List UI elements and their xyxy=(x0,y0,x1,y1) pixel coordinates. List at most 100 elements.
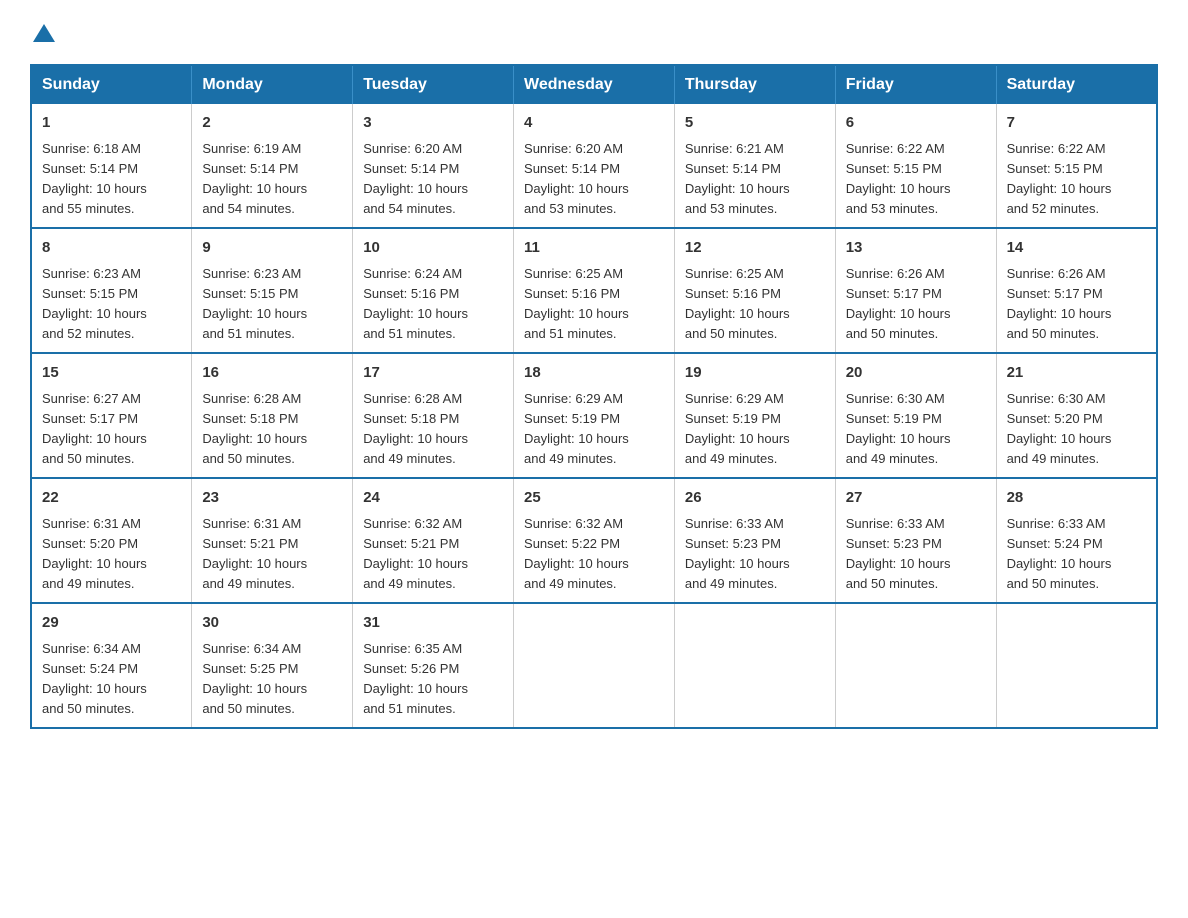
day-info: Sunrise: 6:26 AMSunset: 5:17 PMDaylight:… xyxy=(846,266,951,341)
calendar-cell: 30 Sunrise: 6:34 AMSunset: 5:25 PMDaylig… xyxy=(192,603,353,728)
day-number: 31 xyxy=(363,612,503,635)
day-number: 23 xyxy=(202,487,342,510)
page-header xyxy=(30,20,1158,44)
day-number: 1 xyxy=(42,112,181,135)
calendar-cell: 17 Sunrise: 6:28 AMSunset: 5:18 PMDaylig… xyxy=(353,353,514,478)
day-number: 17 xyxy=(363,362,503,385)
day-info: Sunrise: 6:33 AMSunset: 5:23 PMDaylight:… xyxy=(685,516,790,591)
calendar-cell xyxy=(835,603,996,728)
calendar-week-row: 8 Sunrise: 6:23 AMSunset: 5:15 PMDayligh… xyxy=(31,228,1157,353)
column-header-saturday: Saturday xyxy=(996,65,1157,104)
day-info: Sunrise: 6:20 AMSunset: 5:14 PMDaylight:… xyxy=(524,141,629,216)
logo xyxy=(30,20,55,44)
calendar-cell: 8 Sunrise: 6:23 AMSunset: 5:15 PMDayligh… xyxy=(31,228,192,353)
day-number: 9 xyxy=(202,237,342,260)
day-number: 6 xyxy=(846,112,986,135)
day-number: 24 xyxy=(363,487,503,510)
logo-wrapper xyxy=(30,20,55,44)
day-number: 15 xyxy=(42,362,181,385)
day-info: Sunrise: 6:31 AMSunset: 5:21 PMDaylight:… xyxy=(202,516,307,591)
calendar-cell: 1 Sunrise: 6:18 AMSunset: 5:14 PMDayligh… xyxy=(31,104,192,228)
day-info: Sunrise: 6:28 AMSunset: 5:18 PMDaylight:… xyxy=(363,391,468,466)
calendar-cell: 13 Sunrise: 6:26 AMSunset: 5:17 PMDaylig… xyxy=(835,228,996,353)
day-number: 19 xyxy=(685,362,825,385)
day-number: 12 xyxy=(685,237,825,260)
column-header-thursday: Thursday xyxy=(674,65,835,104)
day-number: 22 xyxy=(42,487,181,510)
calendar-cell: 22 Sunrise: 6:31 AMSunset: 5:20 PMDaylig… xyxy=(31,478,192,603)
day-number: 25 xyxy=(524,487,664,510)
day-number: 20 xyxy=(846,362,986,385)
calendar-cell: 29 Sunrise: 6:34 AMSunset: 5:24 PMDaylig… xyxy=(31,603,192,728)
calendar-cell xyxy=(514,603,675,728)
day-number: 7 xyxy=(1007,112,1146,135)
calendar-cell: 28 Sunrise: 6:33 AMSunset: 5:24 PMDaylig… xyxy=(996,478,1157,603)
logo-triangle-icon xyxy=(33,22,55,44)
column-header-monday: Monday xyxy=(192,65,353,104)
day-info: Sunrise: 6:33 AMSunset: 5:23 PMDaylight:… xyxy=(846,516,951,591)
day-info: Sunrise: 6:24 AMSunset: 5:16 PMDaylight:… xyxy=(363,266,468,341)
day-number: 29 xyxy=(42,612,181,635)
day-info: Sunrise: 6:21 AMSunset: 5:14 PMDaylight:… xyxy=(685,141,790,216)
calendar-cell xyxy=(996,603,1157,728)
day-info: Sunrise: 6:19 AMSunset: 5:14 PMDaylight:… xyxy=(202,141,307,216)
calendar-cell: 4 Sunrise: 6:20 AMSunset: 5:14 PMDayligh… xyxy=(514,104,675,228)
day-info: Sunrise: 6:30 AMSunset: 5:20 PMDaylight:… xyxy=(1007,391,1112,466)
calendar-cell: 2 Sunrise: 6:19 AMSunset: 5:14 PMDayligh… xyxy=(192,104,353,228)
day-number: 13 xyxy=(846,237,986,260)
calendar-cell: 5 Sunrise: 6:21 AMSunset: 5:14 PMDayligh… xyxy=(674,104,835,228)
day-info: Sunrise: 6:26 AMSunset: 5:17 PMDaylight:… xyxy=(1007,266,1112,341)
calendar-cell: 16 Sunrise: 6:28 AMSunset: 5:18 PMDaylig… xyxy=(192,353,353,478)
calendar-cell: 6 Sunrise: 6:22 AMSunset: 5:15 PMDayligh… xyxy=(835,104,996,228)
calendar-week-row: 1 Sunrise: 6:18 AMSunset: 5:14 PMDayligh… xyxy=(31,104,1157,228)
calendar-cell: 9 Sunrise: 6:23 AMSunset: 5:15 PMDayligh… xyxy=(192,228,353,353)
day-info: Sunrise: 6:25 AMSunset: 5:16 PMDaylight:… xyxy=(685,266,790,341)
day-info: Sunrise: 6:28 AMSunset: 5:18 PMDaylight:… xyxy=(202,391,307,466)
calendar-cell: 23 Sunrise: 6:31 AMSunset: 5:21 PMDaylig… xyxy=(192,478,353,603)
day-info: Sunrise: 6:34 AMSunset: 5:25 PMDaylight:… xyxy=(202,641,307,716)
day-info: Sunrise: 6:22 AMSunset: 5:15 PMDaylight:… xyxy=(846,141,951,216)
calendar-header-row: SundayMondayTuesdayWednesdayThursdayFrid… xyxy=(31,65,1157,104)
day-number: 27 xyxy=(846,487,986,510)
calendar-cell: 10 Sunrise: 6:24 AMSunset: 5:16 PMDaylig… xyxy=(353,228,514,353)
day-info: Sunrise: 6:27 AMSunset: 5:17 PMDaylight:… xyxy=(42,391,147,466)
day-number: 8 xyxy=(42,237,181,260)
day-number: 16 xyxy=(202,362,342,385)
day-info: Sunrise: 6:29 AMSunset: 5:19 PMDaylight:… xyxy=(685,391,790,466)
day-number: 21 xyxy=(1007,362,1146,385)
day-number: 18 xyxy=(524,362,664,385)
day-info: Sunrise: 6:31 AMSunset: 5:20 PMDaylight:… xyxy=(42,516,147,591)
day-info: Sunrise: 6:34 AMSunset: 5:24 PMDaylight:… xyxy=(42,641,147,716)
day-info: Sunrise: 6:20 AMSunset: 5:14 PMDaylight:… xyxy=(363,141,468,216)
calendar-cell: 18 Sunrise: 6:29 AMSunset: 5:19 PMDaylig… xyxy=(514,353,675,478)
day-info: Sunrise: 6:32 AMSunset: 5:22 PMDaylight:… xyxy=(524,516,629,591)
day-info: Sunrise: 6:25 AMSunset: 5:16 PMDaylight:… xyxy=(524,266,629,341)
day-info: Sunrise: 6:35 AMSunset: 5:26 PMDaylight:… xyxy=(363,641,468,716)
calendar-cell: 27 Sunrise: 6:33 AMSunset: 5:23 PMDaylig… xyxy=(835,478,996,603)
calendar-cell: 25 Sunrise: 6:32 AMSunset: 5:22 PMDaylig… xyxy=(514,478,675,603)
calendar-cell: 3 Sunrise: 6:20 AMSunset: 5:14 PMDayligh… xyxy=(353,104,514,228)
day-info: Sunrise: 6:23 AMSunset: 5:15 PMDaylight:… xyxy=(202,266,307,341)
calendar-cell: 15 Sunrise: 6:27 AMSunset: 5:17 PMDaylig… xyxy=(31,353,192,478)
day-number: 4 xyxy=(524,112,664,135)
calendar-cell xyxy=(674,603,835,728)
calendar-week-row: 22 Sunrise: 6:31 AMSunset: 5:20 PMDaylig… xyxy=(31,478,1157,603)
calendar-cell: 11 Sunrise: 6:25 AMSunset: 5:16 PMDaylig… xyxy=(514,228,675,353)
day-info: Sunrise: 6:33 AMSunset: 5:24 PMDaylight:… xyxy=(1007,516,1112,591)
day-info: Sunrise: 6:32 AMSunset: 5:21 PMDaylight:… xyxy=(363,516,468,591)
column-header-tuesday: Tuesday xyxy=(353,65,514,104)
calendar-week-row: 29 Sunrise: 6:34 AMSunset: 5:24 PMDaylig… xyxy=(31,603,1157,728)
day-info: Sunrise: 6:23 AMSunset: 5:15 PMDaylight:… xyxy=(42,266,147,341)
column-header-wednesday: Wednesday xyxy=(514,65,675,104)
column-header-friday: Friday xyxy=(835,65,996,104)
day-number: 11 xyxy=(524,237,664,260)
calendar-cell: 24 Sunrise: 6:32 AMSunset: 5:21 PMDaylig… xyxy=(353,478,514,603)
calendar-cell: 20 Sunrise: 6:30 AMSunset: 5:19 PMDaylig… xyxy=(835,353,996,478)
day-number: 5 xyxy=(685,112,825,135)
calendar-cell: 12 Sunrise: 6:25 AMSunset: 5:16 PMDaylig… xyxy=(674,228,835,353)
day-number: 3 xyxy=(363,112,503,135)
calendar-cell: 7 Sunrise: 6:22 AMSunset: 5:15 PMDayligh… xyxy=(996,104,1157,228)
day-info: Sunrise: 6:30 AMSunset: 5:19 PMDaylight:… xyxy=(846,391,951,466)
day-number: 2 xyxy=(202,112,342,135)
day-number: 26 xyxy=(685,487,825,510)
